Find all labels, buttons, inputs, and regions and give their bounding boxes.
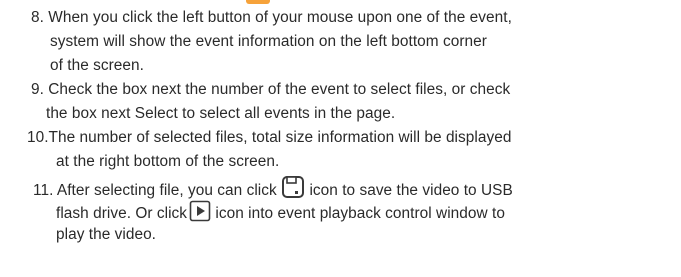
step-8-number: 8.	[31, 9, 44, 26]
step-10-line-1: 10.The number of selected files, total s…	[27, 127, 511, 149]
step-8-line-2: system will show the event information o…	[50, 31, 487, 53]
step-8-text-1: When you click the left button of your m…	[48, 9, 512, 26]
step-9-line-1: 9. Check the box next the number of the …	[31, 79, 510, 101]
step-8-line-1: 8. When you click the left button of you…	[31, 7, 512, 29]
step-8-text-2: system will show the event information o…	[50, 33, 487, 50]
step-11-text-3: flash drive. Or click	[56, 205, 188, 222]
step-8-text-3: of the screen.	[50, 57, 144, 74]
step-8-line-3: of the screen.	[50, 55, 144, 77]
step-9-text-1: Check the box next the number of the eve…	[48, 81, 511, 98]
step-11-text-2: icon to save the video to USB	[309, 182, 513, 199]
step-9-number: 9.	[31, 81, 44, 98]
step-10-text-2: at the right bottom of the screen.	[56, 153, 280, 170]
orange-icon-fragment	[246, 0, 270, 4]
step-11-line-3: play the video.	[56, 224, 156, 246]
step-9-line-2: the box next Select to select all events…	[46, 103, 395, 125]
step-11-text-4: icon into event playback control window …	[215, 205, 505, 222]
play-icon	[189, 200, 211, 229]
step-11-text-1: After selecting file, you can click	[56, 182, 277, 199]
step-9-text-2: the box next Select to select all events…	[46, 105, 396, 122]
step-10-line-2: at the right bottom of the screen.	[56, 151, 279, 173]
step-10-text-1: The number of selected files, total size…	[48, 129, 512, 146]
step-11-number: 11.	[33, 182, 54, 199]
step-10-number: 10.	[27, 129, 49, 146]
step-11-text-5: play the video.	[56, 226, 156, 243]
